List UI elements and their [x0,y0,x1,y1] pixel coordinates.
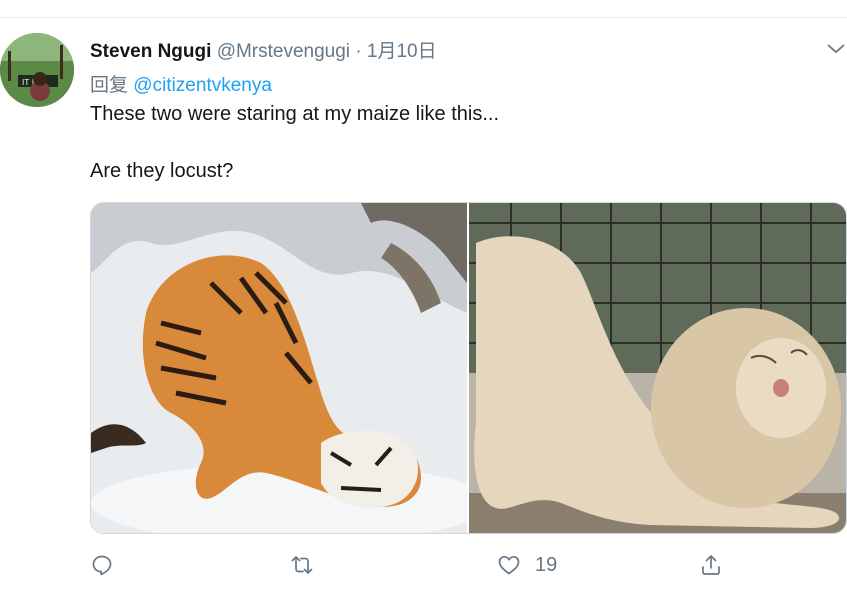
tweet-media[interactable] [90,202,847,534]
author-handle[interactable]: @Mrstevengugi [217,41,350,62]
avatar[interactable]: IT BA [0,33,74,107]
tweet-text-line1: These two were staring at my maize like … [90,103,500,125]
reply-icon[interactable] [90,553,114,577]
like-button[interactable]: 19 [497,548,557,582]
tweet-header: Steven Ngugi @Mrstevengugi · 1月10日 [90,36,437,63]
heart-icon[interactable] [497,553,521,577]
tweet-text-line2: Are they locust? [90,160,234,182]
tweet-actions: 19 [90,548,847,582]
separator: · [355,41,362,62]
share-icon[interactable] [699,553,723,577]
reply-context: 回复 @citizentvkenya [90,70,272,97]
lion-photo[interactable] [469,203,847,534]
share-button[interactable] [699,548,723,582]
reply-button[interactable] [90,548,114,582]
top-divider [0,17,847,18]
retweet-button[interactable] [290,548,314,582]
like-count: 19 [535,553,558,576]
retweet-icon[interactable] [290,553,314,577]
tweet-date[interactable]: 1月10日 [367,41,437,62]
tiger-photo[interactable] [91,203,491,534]
chevron-down-icon[interactable] [825,40,847,58]
reply-prefix: 回复 [90,75,129,96]
reply-to-link[interactable]: @citizentvkenya [133,75,272,96]
author-name[interactable]: Steven Ngugi [90,41,211,62]
